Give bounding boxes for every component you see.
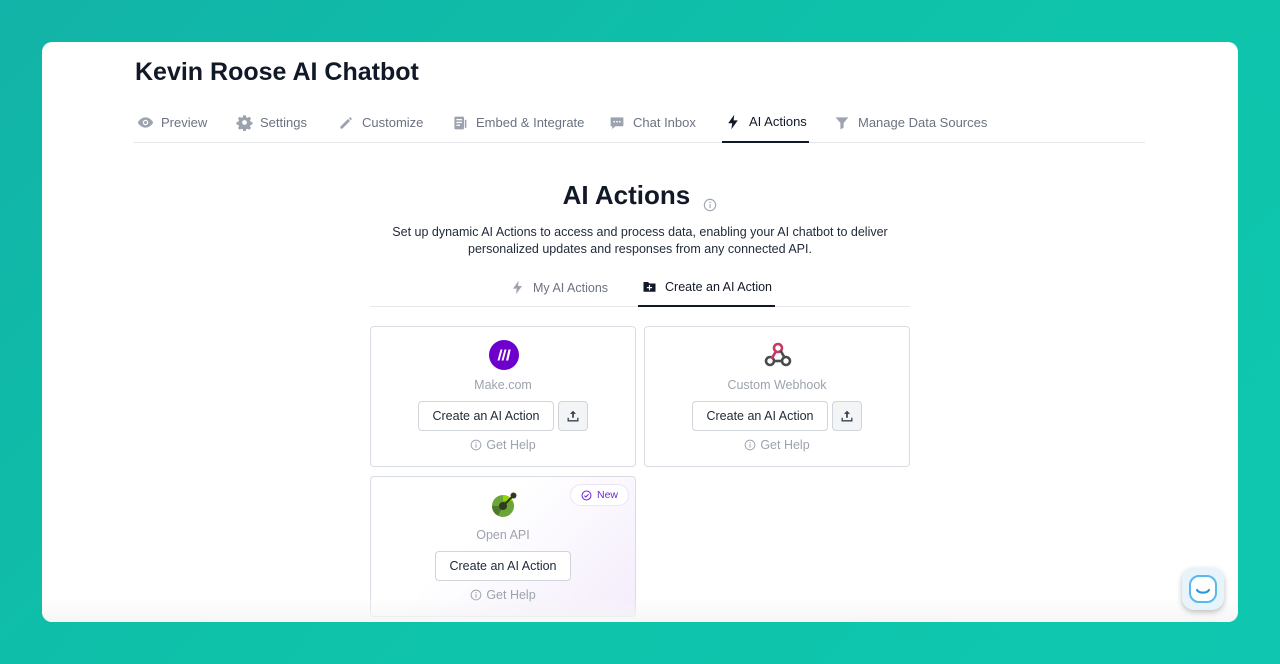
get-help-link[interactable]: Get Help bbox=[645, 438, 909, 452]
create-ai-action-button[interactable]: Create an AI Action bbox=[418, 401, 554, 431]
card-webhook-name: Custom Webhook bbox=[727, 378, 827, 392]
tab-chat-inbox-label: Chat Inbox bbox=[633, 115, 696, 130]
funnel-icon bbox=[833, 114, 851, 132]
new-badge: New bbox=[569, 484, 629, 506]
upload-button[interactable] bbox=[558, 401, 588, 431]
tab-settings-label: Settings bbox=[260, 115, 307, 130]
tab-ai-actions[interactable]: AI Actions bbox=[722, 102, 809, 143]
tab-customize-label: Customize bbox=[362, 115, 424, 130]
get-help-label: Get Help bbox=[486, 438, 536, 452]
upload-icon bbox=[841, 410, 853, 422]
tab-preview-label: Preview bbox=[161, 115, 208, 130]
main-panel: Kevin Roose AI Chatbot Preview Settings … bbox=[42, 42, 1238, 622]
eye-icon bbox=[136, 114, 154, 132]
upload-icon bbox=[567, 410, 579, 422]
subtab-my-ai-actions[interactable]: My AI Actions bbox=[509, 268, 608, 307]
tab-preview[interactable]: Preview bbox=[136, 102, 207, 143]
card-make-name: Make.com bbox=[474, 378, 532, 392]
info-icon bbox=[744, 439, 756, 451]
make-logo-icon bbox=[489, 340, 519, 370]
section-title: AI Actions bbox=[562, 180, 691, 210]
upload-button[interactable] bbox=[832, 401, 862, 431]
card-open-api: New Open API Create an AI Action Get Hel… bbox=[370, 476, 636, 617]
page-title: Kevin Roose AI Chatbot bbox=[135, 58, 419, 86]
chat-smile-icon bbox=[1189, 575, 1217, 603]
tab-chat-inbox[interactable]: Chat Inbox bbox=[608, 102, 696, 143]
tab-customize[interactable]: Customize bbox=[337, 102, 423, 143]
tab-embed-label: Embed & Integrate bbox=[476, 115, 585, 130]
chat-bubble-icon bbox=[608, 114, 626, 132]
tab-ai-actions-label: AI Actions bbox=[749, 114, 807, 129]
card-make: Make.com Create an AI Action Get Help bbox=[370, 326, 636, 467]
subtab-create-ai-action[interactable]: Create an AI Action bbox=[638, 268, 776, 307]
section-heading: AI Actions bbox=[42, 180, 1238, 212]
info-icon bbox=[470, 439, 482, 451]
webhook-logo-icon bbox=[763, 340, 793, 370]
tab-embed-integrate[interactable]: Embed & Integrate bbox=[451, 102, 584, 143]
get-help-label: Get Help bbox=[760, 438, 810, 452]
folder-plus-icon bbox=[641, 279, 657, 295]
card-openapi-name: Open API bbox=[476, 528, 530, 542]
code-doc-icon bbox=[451, 114, 469, 132]
tab-manage-data-sources-label: Manage Data Sources bbox=[858, 115, 988, 130]
info-icon[interactable] bbox=[703, 188, 717, 212]
section-description: Set up dynamic AI Actions to access and … bbox=[392, 225, 888, 256]
tab-manage-data-sources[interactable]: Manage Data Sources bbox=[833, 102, 987, 143]
check-circle-icon bbox=[581, 490, 592, 500]
new-badge-label: New bbox=[596, 489, 618, 501]
subtabs: My AI Actions Create an AI Action bbox=[370, 268, 910, 307]
create-ai-action-button[interactable]: Create an AI Action bbox=[435, 551, 571, 581]
get-help-link[interactable]: Get Help bbox=[371, 438, 635, 452]
top-nav: Preview Settings Customize Embed & Integ… bbox=[134, 102, 1145, 143]
pencil-icon bbox=[337, 114, 355, 132]
openapi-logo-icon bbox=[489, 490, 519, 520]
chat-launcher-button[interactable] bbox=[1182, 568, 1224, 610]
subtab-my-ai-actions-label: My AI Actions bbox=[533, 280, 609, 295]
scroll-fade bbox=[42, 597, 1238, 622]
card-custom-webhook: Custom Webhook Create an AI Action Get H… bbox=[644, 326, 910, 467]
lightning-icon bbox=[724, 113, 742, 131]
subtab-create-label: Create an AI Action bbox=[665, 279, 773, 294]
tab-settings[interactable]: Settings bbox=[235, 102, 307, 143]
lightning-icon bbox=[509, 280, 525, 296]
gear-icon bbox=[235, 114, 253, 132]
create-ai-action-button[interactable]: Create an AI Action bbox=[692, 401, 828, 431]
